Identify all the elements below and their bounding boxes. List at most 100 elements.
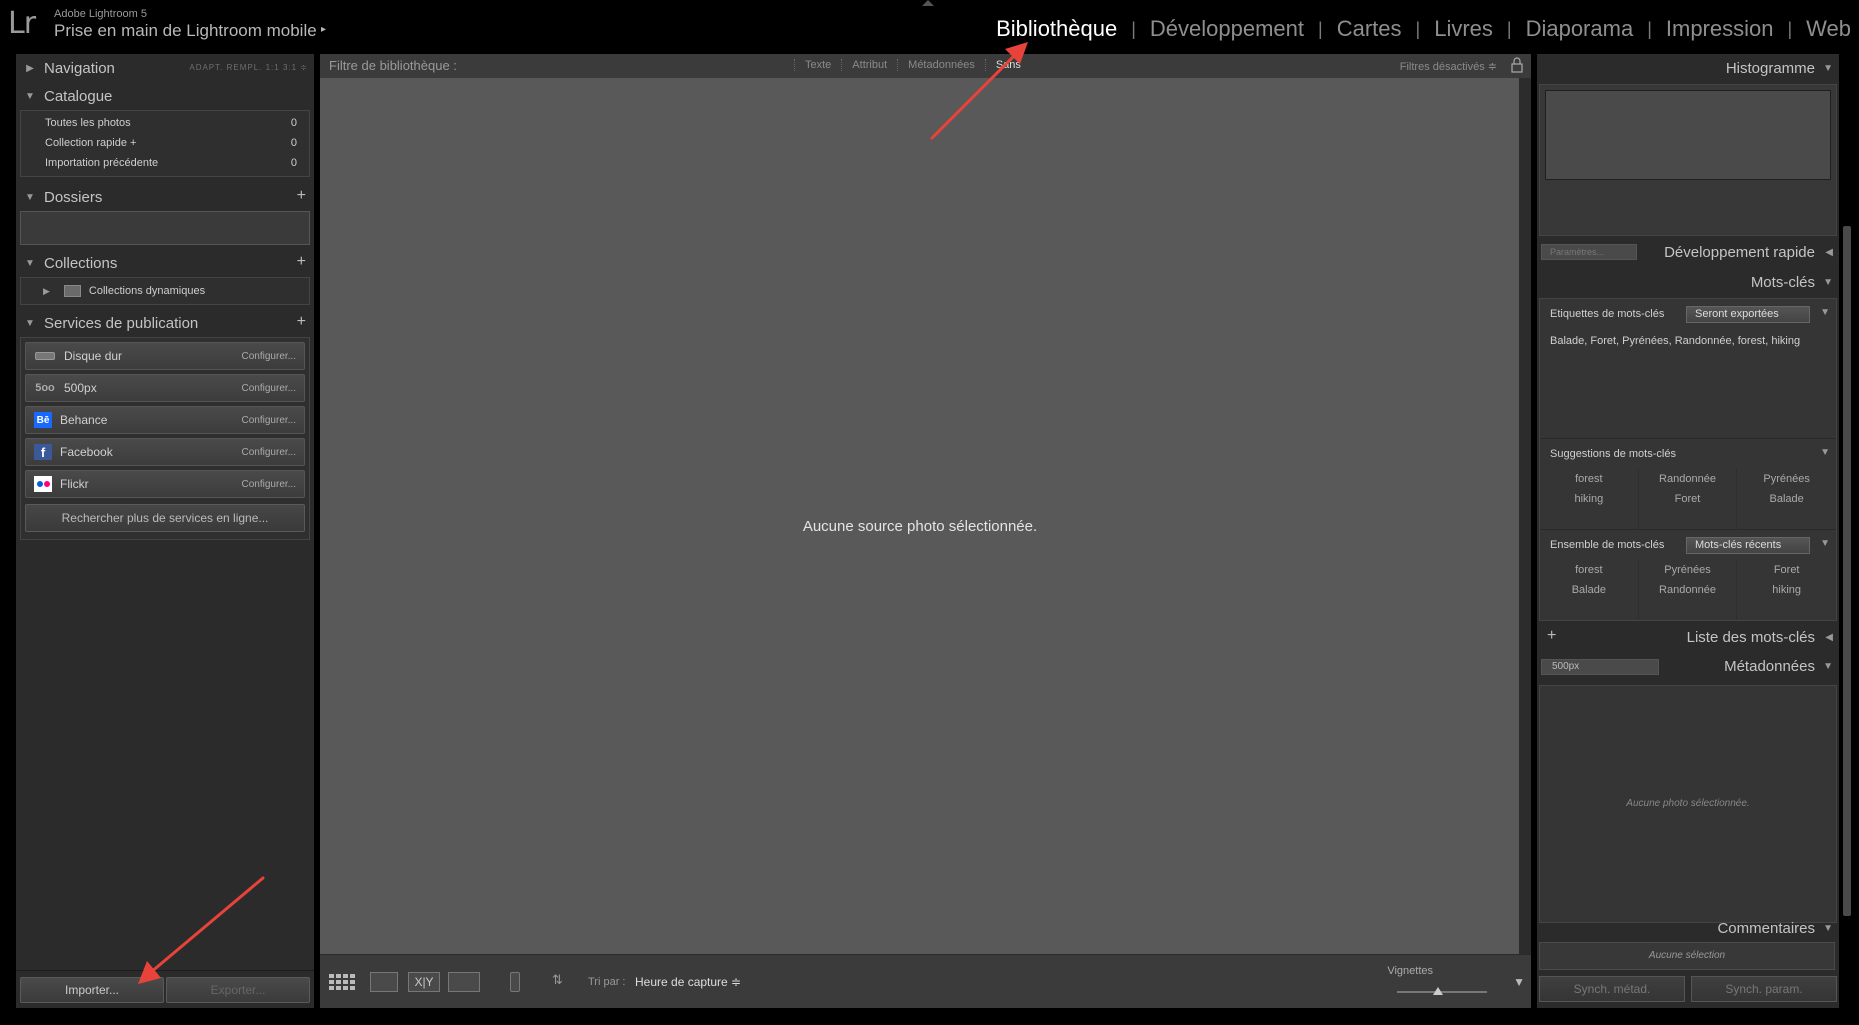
collapse-icon[interactable]: ▼ xyxy=(16,258,44,269)
keyword-suggestion[interactable]: Pyrénées xyxy=(1737,469,1836,489)
module-developpement[interactable]: Développement xyxy=(1136,16,1318,42)
sync-metadata-button[interactable]: Synch. métad. xyxy=(1539,976,1685,1002)
keyword-suggestion[interactable]: Balade xyxy=(1737,489,1836,509)
filter-metadata[interactable]: Métadonnées xyxy=(897,59,985,71)
collapse-icon[interactable]: ▼ xyxy=(1820,538,1830,549)
loupe-view-icon[interactable] xyxy=(370,972,398,992)
keyword-set-item[interactable]: Foret xyxy=(1737,560,1836,580)
keyword-tags-select[interactable]: Seront exportées xyxy=(1686,306,1810,323)
survey-view-icon[interactable] xyxy=(448,972,480,992)
export-button[interactable]: Exporter... xyxy=(166,976,310,1003)
collapse-icon[interactable]: ▼ xyxy=(1823,923,1833,934)
metadata-preset-select[interactable]: 500px xyxy=(1541,659,1659,675)
slider-thumb[interactable] xyxy=(1432,987,1443,995)
keyword-set-select[interactable]: Mots-clés récents xyxy=(1686,537,1810,554)
publish-service-facebook[interactable]: f Facebook Configurer... xyxy=(25,438,305,466)
keyword-suggestion[interactable] xyxy=(1540,509,1639,529)
module-livres[interactable]: Livres xyxy=(1420,16,1507,42)
expand-icon[interactable]: ▶ xyxy=(43,286,50,297)
keyword-suggestion[interactable]: hiking xyxy=(1540,489,1639,509)
collapse-icon[interactable]: ▼ xyxy=(16,192,44,203)
grid-scrollbar[interactable] xyxy=(1519,78,1531,954)
keyword-set-item[interactable]: Randonnée xyxy=(1639,580,1738,600)
collapse-icon[interactable]: ▼ xyxy=(16,91,44,102)
filter-none[interactable]: Sans xyxy=(984,59,1031,71)
catalogue-header[interactable]: ▼ Catalogue xyxy=(16,82,314,110)
find-more-services-button[interactable]: Rechercher plus de services en ligne... xyxy=(25,504,305,532)
sort-direction-icon[interactable]: ⇅ xyxy=(552,972,578,992)
keyword-suggestion[interactable]: forest xyxy=(1540,469,1639,489)
configure-link[interactable]: Configurer... xyxy=(242,383,296,394)
keyword-set-item[interactable]: Balade xyxy=(1540,580,1639,600)
publish-service-hard-drive[interactable]: Disque dur Configurer... xyxy=(25,342,305,370)
publish-service-behance[interactable]: Bē Behance Configurer... xyxy=(25,406,305,434)
compare-view-icon[interactable]: X|Y xyxy=(408,972,440,992)
keyword-suggestion[interactable]: Foret xyxy=(1639,489,1738,509)
catalog-row-quick-collection[interactable]: Collection rapide + 0 xyxy=(21,133,309,153)
catalog-row-all-photos[interactable]: Toutes les photos 0 xyxy=(21,113,309,133)
keyword-suggestion[interactable] xyxy=(1737,509,1836,529)
keyword-suggestion[interactable] xyxy=(1639,509,1738,529)
publish-services-header[interactable]: ▼ Services de publication + xyxy=(16,309,314,337)
keyword-suggestion[interactable]: Randonnée xyxy=(1639,469,1738,489)
catalog-row-previous-import[interactable]: Importation précédente 0 xyxy=(21,153,309,173)
expand-left-icon[interactable]: ◀ xyxy=(1825,247,1833,258)
publish-service-500px[interactable]: 5oo 500px Configurer... xyxy=(25,374,305,402)
configure-link[interactable]: Configurer... xyxy=(242,415,296,426)
collapse-icon[interactable]: ▼ xyxy=(1820,307,1830,318)
navigation-header[interactable]: ▶ Navigation ADAPT. REMPL. 1:1 3:1 ≑ xyxy=(16,54,314,82)
saved-preset-select[interactable]: Paramètres... xyxy=(1541,244,1637,260)
module-cartes[interactable]: Cartes xyxy=(1323,16,1416,42)
configure-link[interactable]: Configurer... xyxy=(242,447,296,458)
add-publish-service-icon[interactable]: + xyxy=(297,313,306,331)
collapse-icon[interactable]: ▼ xyxy=(1823,268,1833,298)
module-impression[interactable]: Impression xyxy=(1652,16,1788,42)
collection-set-smart[interactable]: ▶ Collections dynamiques xyxy=(21,278,309,304)
filter-attribute[interactable]: Attribut xyxy=(841,59,897,71)
collapse-icon[interactable]: ▼ xyxy=(1820,447,1830,458)
histogram-header[interactable]: Histogramme ▼ xyxy=(1537,54,1839,84)
expand-left-icon[interactable]: ◀ xyxy=(1825,632,1833,643)
module-diaporama[interactable]: Diaporama xyxy=(1512,16,1648,42)
add-folder-icon[interactable]: + xyxy=(297,187,306,205)
import-button[interactable]: Importer... xyxy=(20,976,164,1003)
toolbar-menu-chevron-icon[interactable]: ▼ xyxy=(1513,975,1525,989)
collapse-icon[interactable]: ▼ xyxy=(1823,661,1833,672)
grid-view-icon[interactable] xyxy=(328,972,358,992)
top-panel-toggle-icon[interactable] xyxy=(922,0,934,6)
keyword-set-item[interactable]: forest xyxy=(1540,560,1639,580)
metadata-header[interactable]: 500px Métadonnées ▼ xyxy=(1537,653,1839,681)
identity-plate-arrow-icon[interactable]: ▸ xyxy=(321,24,326,35)
lock-icon[interactable] xyxy=(1511,57,1523,73)
collections-header[interactable]: ▼ Collections + xyxy=(16,249,314,277)
collapse-icon[interactable]: ▼ xyxy=(1823,54,1833,84)
painter-icon[interactable] xyxy=(510,972,520,992)
keyword-set-item[interactable] xyxy=(1540,600,1639,620)
keyword-set-item[interactable] xyxy=(1737,600,1836,620)
filter-presets-select[interactable]: Filtres désactivés ≑ xyxy=(1400,60,1497,73)
right-panel-scrollbar[interactable] xyxy=(1843,226,1851,916)
comments-header[interactable]: Commentaires ▼ xyxy=(1537,914,1839,944)
keyword-list-header[interactable]: + Liste des mots-clés ◀ xyxy=(1537,621,1839,653)
keyword-set-item[interactable]: hiking xyxy=(1737,580,1836,600)
keyword-tags-input[interactable]: Balade, Foret, Pyrénées, Randonnée, fore… xyxy=(1540,329,1836,439)
publish-service-flickr[interactable]: Flickr Configurer... xyxy=(25,470,305,498)
dossiers-header[interactable]: ▼ Dossiers + xyxy=(16,183,314,211)
expand-icon[interactable]: ▶ xyxy=(16,63,44,74)
add-collection-icon[interactable]: + xyxy=(297,253,306,271)
add-keyword-icon[interactable]: + xyxy=(1547,627,1556,645)
catalog-name[interactable]: Prise en main de Lightroom mobile xyxy=(54,21,317,41)
filter-text[interactable]: Texte xyxy=(794,59,841,71)
zoom-options[interactable]: ADAPT. REMPL. 1:1 3:1 ≑ xyxy=(189,63,308,72)
keyword-set-item[interactable]: Pyrénées xyxy=(1639,560,1738,580)
keywording-header[interactable]: Mots-clés ▼ xyxy=(1537,268,1839,298)
module-web[interactable]: Web xyxy=(1792,16,1859,42)
quick-develop-header[interactable]: Paramètres... Développement rapide ◀ xyxy=(1537,236,1839,268)
configure-link[interactable]: Configurer... xyxy=(242,479,296,490)
collapse-icon[interactable]: ▼ xyxy=(16,318,44,329)
configure-link[interactable]: Configurer... xyxy=(242,351,296,362)
keyword-set-item[interactable] xyxy=(1639,600,1738,620)
thumbnail-size-slider[interactable] xyxy=(1397,987,1487,995)
module-bibliotheque[interactable]: Bibliothèque xyxy=(982,16,1131,42)
sync-settings-button[interactable]: Synch. param. xyxy=(1691,976,1837,1002)
